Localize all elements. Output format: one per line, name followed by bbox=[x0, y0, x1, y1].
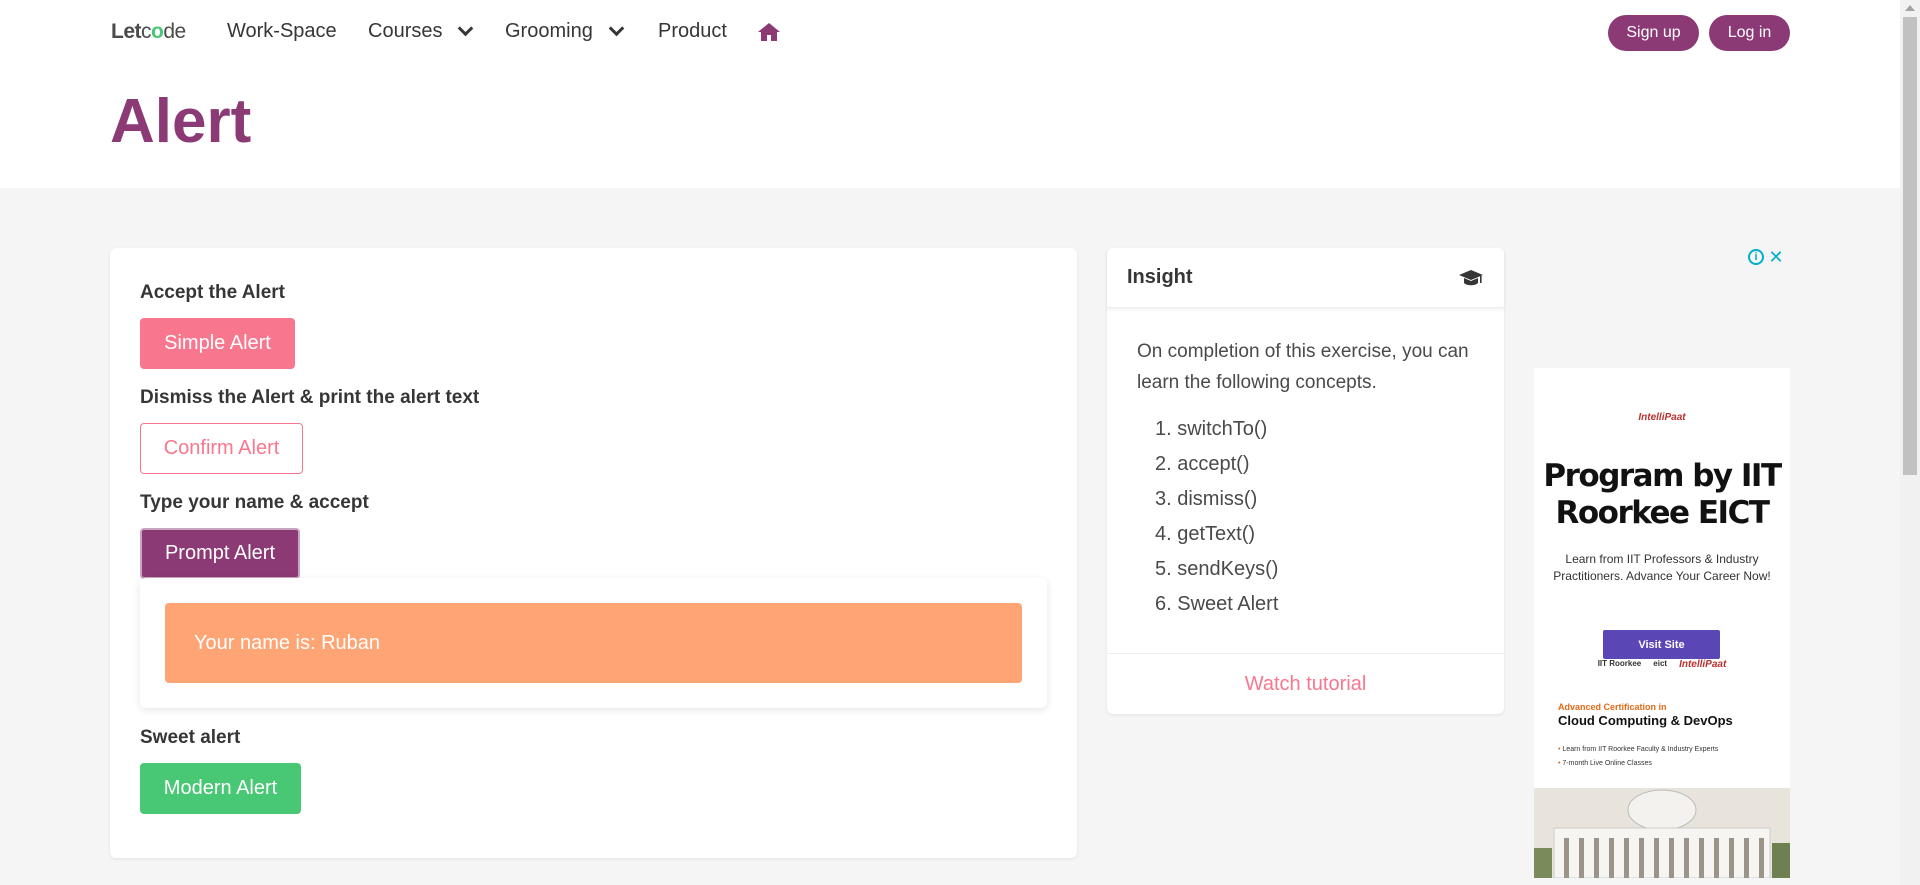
graduation-cap-icon bbox=[1459, 269, 1483, 285]
nav-product-label: Product bbox=[658, 20, 727, 42]
prompt-alert-button[interactable]: Prompt Alert bbox=[140, 528, 300, 579]
nav-workspace[interactable]: Work-Space bbox=[227, 20, 337, 43]
insight-body: On completion of this exercise, you can … bbox=[1107, 308, 1504, 622]
alert-exercise-card: Accept the Alert Simple Alert Dismiss th… bbox=[110, 248, 1077, 858]
list-item: 5. sendKeys() bbox=[1155, 558, 1279, 580]
scroll-up-arrow-icon[interactable] bbox=[1905, 5, 1915, 11]
ad-cert-title: Cloud Computing & DevOps bbox=[1558, 713, 1733, 728]
nav-workspace-label: Work-Space bbox=[227, 20, 337, 42]
accept-label: Accept the Alert bbox=[140, 282, 285, 303]
watch-tutorial-link[interactable]: Watch tutorial bbox=[1107, 653, 1504, 714]
brand-de: de bbox=[163, 20, 186, 43]
ad-visit-site-button[interactable]: Visit Site bbox=[1603, 630, 1720, 659]
simple-alert-button[interactable]: Simple Alert bbox=[140, 318, 295, 369]
signup-button[interactable]: Sign up bbox=[1608, 15, 1699, 51]
ad-building-image bbox=[1534, 788, 1790, 878]
list-item: 6. Sweet Alert bbox=[1155, 593, 1279, 615]
confirm-alert-button[interactable]: Confirm Alert bbox=[140, 423, 303, 474]
list-item: 1. switchTo() bbox=[1155, 418, 1268, 440]
brand-c: c bbox=[141, 20, 152, 43]
chevron-down-icon bbox=[608, 20, 625, 37]
modern-alert-button[interactable]: Modern Alert bbox=[140, 763, 301, 814]
ad-logo: IntelliPaat bbox=[1638, 412, 1686, 423]
nav-courses-label: Courses bbox=[368, 20, 443, 42]
prompt-result-text: Your name is: Ruban bbox=[165, 603, 1022, 683]
list-item: 4. getText() bbox=[1155, 523, 1256, 545]
ad-bullet: Learn from IIT Roorkee Faculty & Industr… bbox=[1562, 746, 1719, 753]
close-icon[interactable]: ✕ bbox=[1768, 248, 1784, 266]
ad-partners: IIT Roorkee eict IntelliPaat bbox=[1534, 659, 1790, 670]
hero: Alert bbox=[0, 66, 1900, 188]
nav-product[interactable]: Product bbox=[658, 20, 727, 43]
list-item: 3. dismiss() bbox=[1155, 488, 1258, 510]
page-title: Alert bbox=[110, 87, 252, 156]
ad-bullets: • Learn from IIT Roorkee Faculty & Indus… bbox=[1558, 746, 1719, 767]
ad-partner: eict bbox=[1653, 659, 1668, 668]
nav-grooming[interactable]: Grooming bbox=[505, 20, 625, 43]
home-icon[interactable] bbox=[757, 22, 781, 42]
prompt-result-box: Your name is: Ruban bbox=[140, 578, 1047, 708]
list-item: 2. accept() bbox=[1155, 453, 1250, 475]
insight-title: Insight bbox=[1127, 266, 1193, 288]
brand-logo[interactable]: Letcode bbox=[111, 20, 186, 44]
advertisement[interactable]: IntelliPaat Program by IIT Roorkee EICT … bbox=[1534, 368, 1790, 878]
brand-let: Let bbox=[111, 20, 142, 43]
insight-header: Insight bbox=[1107, 248, 1504, 308]
scrollbar-thumb[interactable] bbox=[1903, 17, 1917, 475]
brand-o: o bbox=[151, 20, 164, 43]
nav-courses[interactable]: Courses bbox=[368, 20, 474, 43]
ad-subtitle: Learn from IIT Professors & Industry Pra… bbox=[1553, 552, 1771, 583]
navbar: Letcode Work-Space Courses Grooming Prod… bbox=[0, 0, 1900, 66]
ad-bullet: 7-month Live Online Classes bbox=[1562, 760, 1652, 767]
login-button[interactable]: Log in bbox=[1709, 15, 1790, 51]
page-scrollbar[interactable] bbox=[1900, 0, 1920, 885]
info-icon[interactable]: i bbox=[1748, 249, 1764, 265]
ad-partner: IIT Roorkee bbox=[1597, 659, 1642, 668]
chevron-down-icon bbox=[458, 20, 474, 37]
ad-cert-kicker: Advanced Certification in bbox=[1558, 702, 1667, 712]
sweet-label: Sweet alert bbox=[140, 727, 241, 748]
dismiss-label: Dismiss the Alert & print the alert text bbox=[140, 387, 480, 408]
nav-grooming-label: Grooming bbox=[505, 20, 593, 42]
concept-list: 1. switchTo() 2. accept() 3. dismiss() 4… bbox=[1137, 412, 1474, 622]
insight-card: Insight On completion of this exercise, … bbox=[1107, 248, 1504, 714]
ad-controls: i ✕ bbox=[1748, 248, 1784, 266]
ad-title: Program by IIT Roorkee EICT bbox=[1543, 458, 1782, 531]
ad-partner: IntelliPaat bbox=[1679, 659, 1727, 670]
prompt-label: Type your name & accept bbox=[140, 492, 369, 513]
insight-intro: On completion of this exercise, you can … bbox=[1137, 341, 1469, 393]
